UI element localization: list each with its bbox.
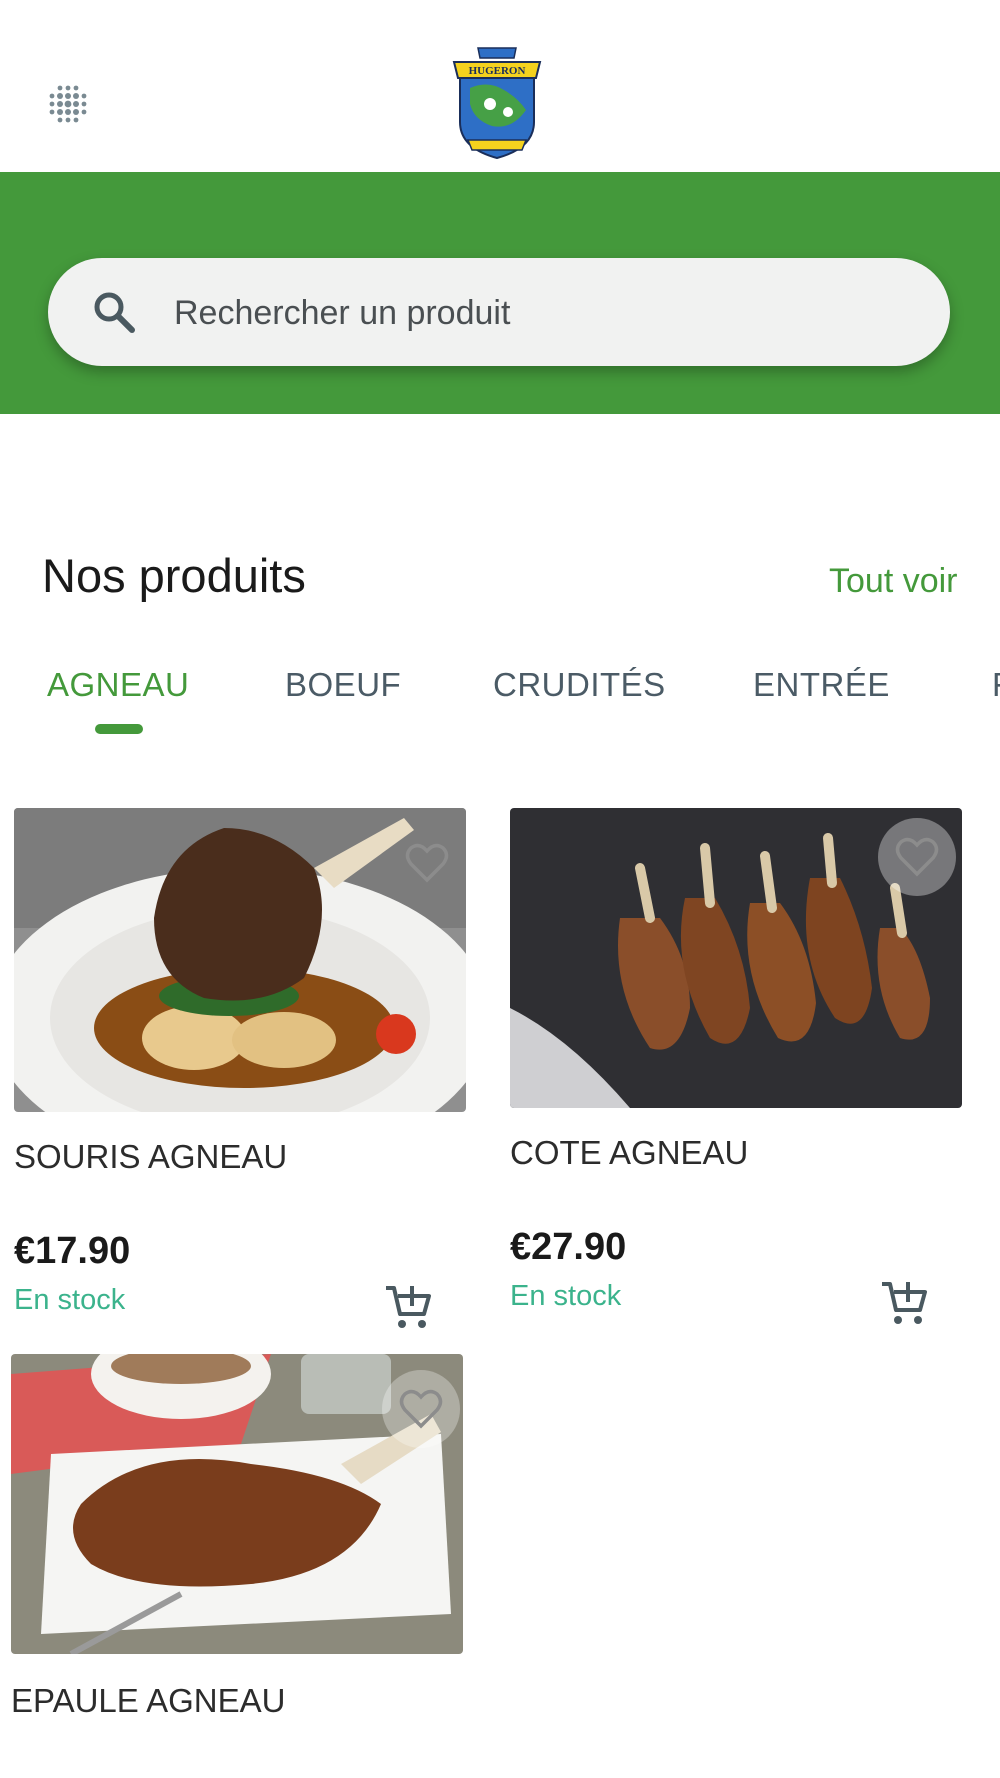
tab-boeuf[interactable]: BOEUF [285,666,401,704]
logo-text: HUGERON [469,65,526,77]
stock-status: En stock [510,1280,622,1312]
active-tab-indicator [95,724,143,734]
cart-add-icon[interactable] [384,1282,432,1330]
product-name: SOURIS AGNEAU [14,1138,288,1175]
heart-outline-icon[interactable] [388,824,466,902]
search-input[interactable] [172,280,896,346]
section-title: Nos produits [42,549,306,602]
heart-outline-icon[interactable] [878,818,956,896]
tab-entree[interactable]: ENTRÉE [753,666,890,704]
tab-agneau[interactable]: AGNEAU [47,666,189,704]
search-bar[interactable] [48,258,950,366]
tab-crudites[interactable]: CRUDITÉS [493,666,666,704]
product-price: €17.90 [14,1230,131,1272]
search-icon [90,288,138,336]
product-name: EPAULE AGNEAU [11,1682,286,1719]
cart-add-icon[interactable] [880,1278,928,1326]
see-all-link[interactable]: Tout voir [829,562,958,601]
top-bar: HUGERON [0,0,1000,172]
stock-status: En stock [14,1284,126,1316]
heart-outline-icon[interactable] [382,1370,460,1448]
product-name: COTE AGNEAU [510,1134,749,1171]
tab-partial[interactable]: F [992,666,1000,704]
brand-logo[interactable]: HUGERON [448,44,546,162]
product-price: €27.90 [510,1226,627,1268]
search-banner [0,172,1000,414]
grid-dots-icon[interactable] [44,80,92,128]
